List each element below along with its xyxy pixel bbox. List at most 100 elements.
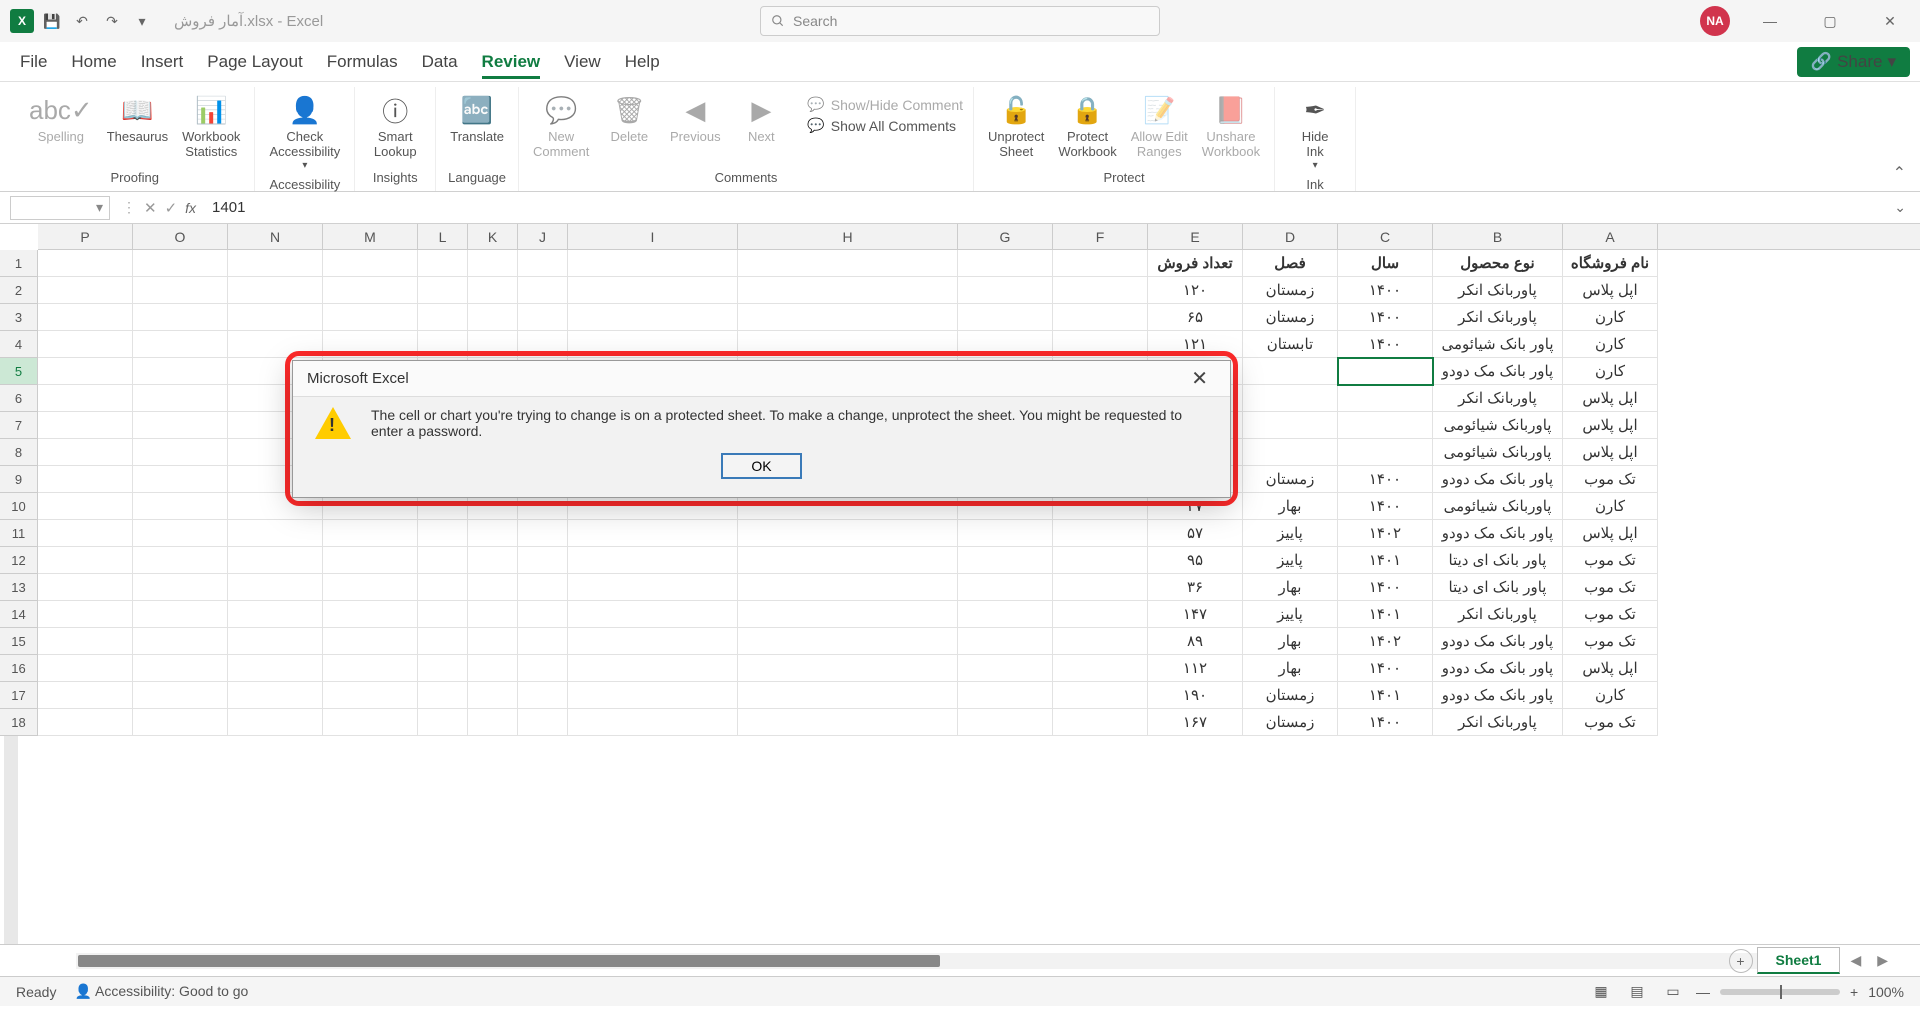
cell-K13[interactable]	[468, 574, 518, 601]
cell-C14[interactable]: ۱۴۰۱	[1338, 601, 1433, 628]
enter-formula-icon[interactable]: ✓	[165, 199, 178, 217]
cell-N1[interactable]	[228, 250, 323, 277]
cell-L1[interactable]	[418, 250, 468, 277]
cell-M15[interactable]	[323, 628, 418, 655]
cell-C13[interactable]: ۱۴۰۰	[1338, 574, 1433, 601]
cell-L16[interactable]	[418, 655, 468, 682]
cell-B9[interactable]: پاور بانک مک دودو	[1433, 466, 1563, 493]
column-header-I[interactable]: I	[568, 224, 738, 249]
cell-I12[interactable]	[568, 547, 738, 574]
chevron-down-icon[interactable]: ▾	[96, 199, 103, 216]
cell-J16[interactable]	[518, 655, 568, 682]
cell-J4[interactable]	[518, 331, 568, 358]
cell-A7[interactable]: اپل پلاس	[1563, 412, 1658, 439]
menu-formulas[interactable]: Formulas	[327, 52, 398, 72]
row-header-8[interactable]: 8	[0, 439, 38, 466]
cell-A3[interactable]: کارن	[1563, 304, 1658, 331]
cell-J18[interactable]	[518, 709, 568, 736]
cell-O4[interactable]	[133, 331, 228, 358]
cell-A2[interactable]: اپل پلاس	[1563, 277, 1658, 304]
cell-K11[interactable]	[468, 520, 518, 547]
cell-P7[interactable]	[38, 412, 133, 439]
cell-F2[interactable]	[1053, 277, 1148, 304]
cell-D15[interactable]: بهار	[1243, 628, 1338, 655]
cell-E12[interactable]: ۹۵	[1148, 547, 1243, 574]
cell-B1[interactable]: نوع محصول	[1433, 250, 1563, 277]
row-header-3[interactable]: 3	[0, 304, 38, 331]
cell-D16[interactable]: بهار	[1243, 655, 1338, 682]
cell-E17[interactable]: ۱۹۰	[1148, 682, 1243, 709]
cell-D14[interactable]: پاییز	[1243, 601, 1338, 628]
search-input[interactable]: Search	[760, 6, 1160, 36]
column-header-A[interactable]: A	[1563, 224, 1658, 249]
page-layout-view-icon[interactable]: ▤	[1624, 981, 1650, 1003]
cell-J17[interactable]	[518, 682, 568, 709]
tab-scroll-menu-icon[interactable]: ⋮	[600, 952, 614, 969]
cell-K18[interactable]	[468, 709, 518, 736]
cell-J12[interactable]	[518, 547, 568, 574]
column-header-O[interactable]: O	[133, 224, 228, 249]
row-header-11[interactable]: 11	[0, 520, 38, 547]
column-header-D[interactable]: D	[1243, 224, 1338, 249]
cell-K3[interactable]	[468, 304, 518, 331]
cell-G17[interactable]	[958, 682, 1053, 709]
cell-H12[interactable]	[738, 547, 958, 574]
cell-O2[interactable]	[133, 277, 228, 304]
cell-H1[interactable]	[738, 250, 958, 277]
cell-P2[interactable]	[38, 277, 133, 304]
cell-N3[interactable]	[228, 304, 323, 331]
cell-B4[interactable]: پاور بانک شیائومی	[1433, 331, 1563, 358]
cell-I17[interactable]	[568, 682, 738, 709]
cell-M12[interactable]	[323, 547, 418, 574]
cell-M3[interactable]	[323, 304, 418, 331]
ribbon-collapse-button[interactable]: ⌃	[1893, 163, 1906, 183]
name-box[interactable]: ▾	[10, 196, 110, 220]
cell-D4[interactable]: تابستان	[1243, 331, 1338, 358]
cell-I15[interactable]	[568, 628, 738, 655]
cell-F17[interactable]	[1053, 682, 1148, 709]
undo-icon[interactable]: ↶	[70, 9, 94, 33]
cell-N17[interactable]	[228, 682, 323, 709]
cell-P17[interactable]	[38, 682, 133, 709]
cell-G1[interactable]	[958, 250, 1053, 277]
cell-K2[interactable]	[468, 277, 518, 304]
cell-K4[interactable]	[468, 331, 518, 358]
cell-N14[interactable]	[228, 601, 323, 628]
cell-N11[interactable]	[228, 520, 323, 547]
cell-H14[interactable]	[738, 601, 958, 628]
cell-I11[interactable]	[568, 520, 738, 547]
cell-O16[interactable]	[133, 655, 228, 682]
cell-F3[interactable]	[1053, 304, 1148, 331]
cell-L14[interactable]	[418, 601, 468, 628]
cell-D17[interactable]: زمستان	[1243, 682, 1338, 709]
cell-B6[interactable]: پاوربانک انکر	[1433, 385, 1563, 412]
cell-L2[interactable]	[418, 277, 468, 304]
row-header-17[interactable]: 17	[0, 682, 38, 709]
cell-O3[interactable]	[133, 304, 228, 331]
cell-N4[interactable]	[228, 331, 323, 358]
workbook-stats-button[interactable]: 📊Workbook Statistics	[178, 90, 244, 162]
cell-M17[interactable]	[323, 682, 418, 709]
cell-O1[interactable]	[133, 250, 228, 277]
cell-I13[interactable]	[568, 574, 738, 601]
cell-O14[interactable]	[133, 601, 228, 628]
cell-F12[interactable]	[1053, 547, 1148, 574]
cell-K12[interactable]	[468, 547, 518, 574]
cell-A16[interactable]: اپل پلاس	[1563, 655, 1658, 682]
cell-B12[interactable]: پاور بانک ای دیتا	[1433, 547, 1563, 574]
cell-B3[interactable]: پاوربانک انکر	[1433, 304, 1563, 331]
cell-A15[interactable]: تک موب	[1563, 628, 1658, 655]
share-button[interactable]: 🔗 Share ▾	[1797, 47, 1910, 77]
cell-L18[interactable]	[418, 709, 468, 736]
cell-K17[interactable]	[468, 682, 518, 709]
cell-F11[interactable]	[1053, 520, 1148, 547]
cell-P8[interactable]	[38, 439, 133, 466]
cell-N2[interactable]	[228, 277, 323, 304]
cell-D1[interactable]: فصل	[1243, 250, 1338, 277]
qat-more-icon[interactable]: ▾	[130, 9, 154, 33]
cell-O13[interactable]	[133, 574, 228, 601]
cell-J1[interactable]	[518, 250, 568, 277]
cell-B11[interactable]: پاور بانک مک دودو	[1433, 520, 1563, 547]
tab-nav-right-icon[interactable]: ▶	[1871, 952, 1894, 969]
cell-L11[interactable]	[418, 520, 468, 547]
